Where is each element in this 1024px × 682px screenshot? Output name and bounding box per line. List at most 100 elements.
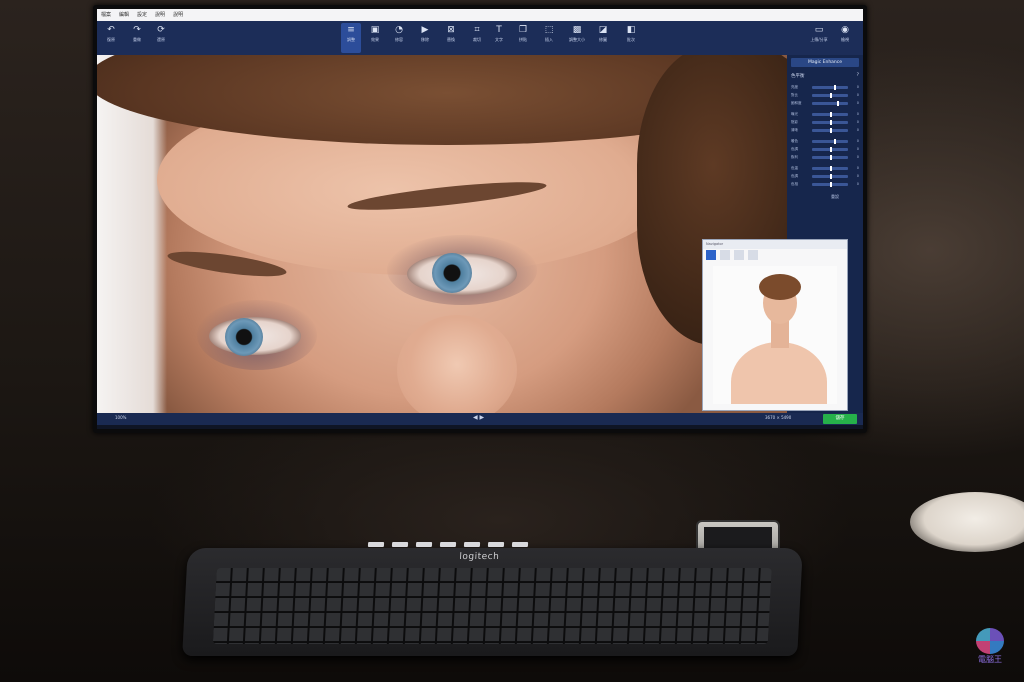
tab-retouch[interactable]: ◔ 修容	[389, 23, 409, 53]
slider-handle[interactable]	[830, 154, 832, 160]
insert-icon: ⬚	[544, 25, 554, 35]
slider-track[interactable]	[812, 146, 848, 152]
slider-track[interactable]	[812, 165, 848, 171]
windows-taskbar	[97, 425, 863, 429]
undo-icon: ↶	[107, 25, 115, 35]
slider-track[interactable]	[812, 84, 848, 90]
menu-item-file[interactable]: 檔案	[101, 9, 111, 21]
slider-handle[interactable]	[830, 165, 832, 171]
slider-row[interactable]: 色調 0	[791, 172, 859, 180]
slider-row[interactable]: 飽和度 0	[791, 99, 859, 107]
menu-item-edit[interactable]: 編輯	[119, 9, 129, 21]
page-arrows[interactable]: ◀ ▶	[473, 414, 484, 421]
menu-item-help-2[interactable]: 說明	[173, 9, 183, 21]
slider-track[interactable]	[812, 111, 848, 117]
slider-row[interactable]: 對比 0	[791, 91, 859, 99]
help-icon[interactable]: ?	[857, 73, 859, 79]
slider-handle[interactable]	[833, 138, 836, 144]
slider-label: 暖色	[791, 138, 798, 143]
reset-link[interactable]: 重設	[831, 194, 863, 200]
slider-handle[interactable]	[833, 84, 836, 90]
navigator-tool-2[interactable]	[720, 250, 730, 260]
slider-track[interactable]	[812, 181, 848, 187]
slider-row[interactable]: 色相 0	[791, 180, 859, 188]
navigator-fit-button[interactable]	[706, 250, 716, 260]
slider-value: 0	[856, 101, 859, 105]
slider-row[interactable]: 清晰 0	[791, 126, 859, 134]
slider-value: 0	[856, 120, 859, 124]
slider-value: 0	[856, 155, 859, 159]
slider-value: 0	[856, 147, 859, 151]
share-button[interactable]: ▭ 上傳/分享	[809, 23, 829, 53]
slider-row[interactable]: 暖色 0	[791, 137, 859, 145]
reset-button[interactable]: ⟳ 還原	[151, 23, 171, 53]
slider-handle[interactable]	[830, 181, 832, 187]
tab-effect[interactable]: ▣ 效果	[365, 23, 385, 53]
magic-enhance-button[interactable]: Magic Enhance	[791, 58, 859, 67]
tab-batch[interactable]: ◧ 批次	[621, 23, 641, 53]
slider-value: 0	[856, 139, 859, 143]
watermark: 電腦王	[970, 628, 1010, 672]
slider-handle[interactable]	[837, 100, 840, 106]
tab-resize[interactable]: ▩ 調整大小	[567, 23, 587, 53]
tab-collage[interactable]: ❐ 拼貼	[513, 23, 533, 53]
slider-value: 0	[856, 128, 859, 132]
remove-icon: ▶	[421, 25, 429, 35]
slider-label: 清晰	[791, 127, 798, 132]
slider-track[interactable]	[812, 173, 848, 179]
undo-button[interactable]: ↶ 復原	[101, 23, 121, 53]
slider-label: 色調	[791, 173, 798, 178]
navigator-preview[interactable]	[713, 266, 837, 404]
redo-button[interactable]: ↷ 重做	[127, 23, 147, 53]
zoom-level[interactable]: 100%	[115, 415, 126, 420]
slider-value: 0	[856, 166, 859, 170]
slider-row[interactable]: 曝光 0	[791, 110, 859, 118]
slider-label: 曝光	[791, 111, 798, 116]
tab-remove[interactable]: ▶ 移除	[415, 23, 435, 53]
replace-icon: ⊠	[447, 25, 455, 35]
slider-value: 0	[856, 174, 859, 178]
slider-handle[interactable]	[830, 127, 832, 133]
photo-canvas[interactable]	[97, 55, 787, 413]
menu-item-settings[interactable]: 設定	[137, 9, 147, 21]
slider-handle[interactable]	[830, 173, 832, 179]
slider-value: 0	[856, 93, 859, 97]
tab-replace[interactable]: ⊠ 替換	[441, 23, 461, 53]
slider-label: 銳利	[791, 154, 798, 159]
navigator-tool-3[interactable]	[734, 250, 744, 260]
slider-row[interactable]: 銳利 0	[791, 153, 859, 161]
slider-track[interactable]	[812, 127, 848, 133]
slider-track[interactable]	[812, 138, 848, 144]
slider-handle[interactable]	[830, 92, 832, 98]
view-button[interactable]: ◉ 檢視	[835, 23, 855, 53]
navigator-tool-4[interactable]	[748, 250, 758, 260]
tab-retouch-tool[interactable]: ◪ 修圖	[593, 23, 613, 53]
section-label: 色平衡	[791, 74, 805, 79]
keyboard-brand: logitech	[459, 552, 500, 562]
slider-handle[interactable]	[830, 111, 832, 117]
slider-row[interactable]: 色溫 0	[791, 164, 859, 172]
slider-track[interactable]	[812, 119, 848, 125]
slider-track[interactable]	[812, 154, 848, 160]
slider-handle[interactable]	[830, 146, 832, 152]
camera-icon: ▣	[370, 25, 380, 35]
slider-track[interactable]	[812, 92, 848, 98]
slider-row[interactable]: 陰影 0	[791, 118, 859, 126]
tab-crop[interactable]: ⌗ 裁切	[467, 23, 487, 53]
navigator-window[interactable]: Navigator	[702, 239, 848, 411]
save-button[interactable]: 儲存	[823, 414, 857, 424]
menu-item-help[interactable]: 說明	[155, 9, 165, 21]
slider-track[interactable]	[812, 100, 848, 106]
slider-value: 0	[856, 112, 859, 116]
slider-row[interactable]: 色調 0	[791, 145, 859, 153]
slider-label: 色相	[791, 181, 798, 186]
slider-handle[interactable]	[830, 119, 832, 125]
share-icon: ▭	[814, 25, 824, 35]
tab-insert[interactable]: ⬚ 插入	[539, 23, 559, 53]
slider-row[interactable]: 亮度 0	[791, 83, 859, 91]
slider-label: 色調	[791, 146, 798, 151]
tab-text[interactable]: T 文字	[489, 23, 509, 53]
tab-adjust[interactable]: ≡ 調整	[341, 23, 361, 53]
keyboard-media-keys	[367, 542, 598, 550]
toolbar: ↶ 復原 ↷ 重做 ⟳ 還原 ≡ 調整 ▣ 效果 ◔ 修容 ▶ 移除 ⊠ 替換 ⌗ 裁切 T 文字 …	[97, 21, 863, 55]
